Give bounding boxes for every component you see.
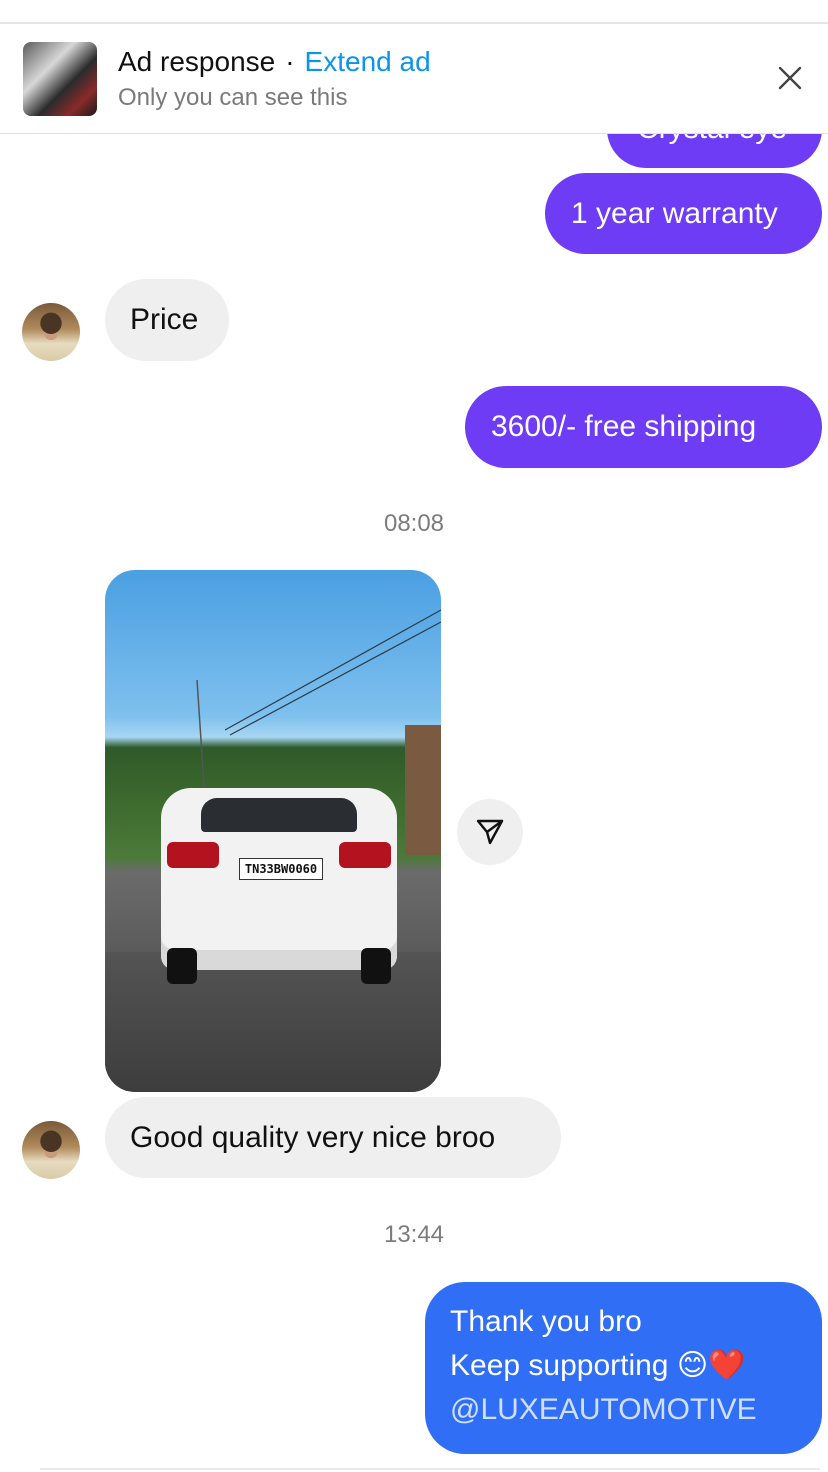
license-plate: TN33BW0060	[239, 858, 323, 880]
message-bubble-outgoing[interactable]: Thank you bro Keep supporting 😊❤️ @LUXEA…	[425, 1282, 822, 1454]
message-bubble-incoming[interactable]: Price	[105, 279, 229, 361]
tire	[361, 948, 391, 984]
close-icon[interactable]	[772, 60, 808, 96]
ad-subtitle: Only you can see this	[118, 84, 348, 111]
tail-light	[167, 842, 219, 868]
ad-response-banner: Ad response · Extend ad Only you can see t…	[0, 24, 828, 134]
ad-thumbnail[interactable]	[23, 42, 97, 116]
avatar[interactable]	[22, 1121, 80, 1179]
avatar[interactable]	[22, 303, 80, 361]
title-separator: ·	[285, 46, 295, 77]
message-line: Thank you bro	[450, 1305, 642, 1338]
tail-light	[339, 842, 391, 868]
chat-screen: Ad response · Extend ad Only you can see t…	[0, 0, 828, 1472]
shared-photo[interactable]: TN33BW0060	[105, 570, 441, 1092]
message-bubble-outgoing[interactable]: 3600/- free shipping	[465, 386, 822, 468]
message-bubble-outgoing[interactable]: 1 year warranty	[545, 173, 822, 254]
ad-title-label: Ad response	[118, 46, 276, 77]
mention-handle[interactable]: @LUXEAUTOMOTIVE	[450, 1388, 757, 1432]
message-text: 3600/- free shipping	[491, 410, 757, 443]
divider	[40, 1468, 820, 1470]
message-text-block: Thank you bro Keep supporting 😊❤️ @LUXEA…	[450, 1300, 757, 1432]
message-text: 1 year warranty	[571, 196, 778, 230]
car-image: TN33BW0060	[161, 788, 397, 984]
timestamp: 08:08	[383, 510, 445, 537]
message-text: Good quality very nice broo	[130, 1120, 496, 1154]
message-line: Keep supporting 😊❤️	[450, 1344, 757, 1388]
share-send-icon[interactable]	[457, 799, 523, 865]
emoji: 😊❤️	[676, 1349, 746, 1382]
ad-title: Ad response · Extend ad	[118, 46, 431, 78]
message-text: Price	[130, 303, 199, 336]
tire	[167, 948, 197, 984]
car-rear-window	[201, 798, 357, 832]
message-bubble-incoming[interactable]: Good quality very nice broo	[105, 1097, 561, 1178]
message-line-text: Keep supporting	[450, 1349, 669, 1382]
extend-ad-link[interactable]: Extend ad	[305, 46, 431, 77]
header-strip	[0, 0, 828, 24]
timestamp: 13:44	[383, 1221, 445, 1248]
